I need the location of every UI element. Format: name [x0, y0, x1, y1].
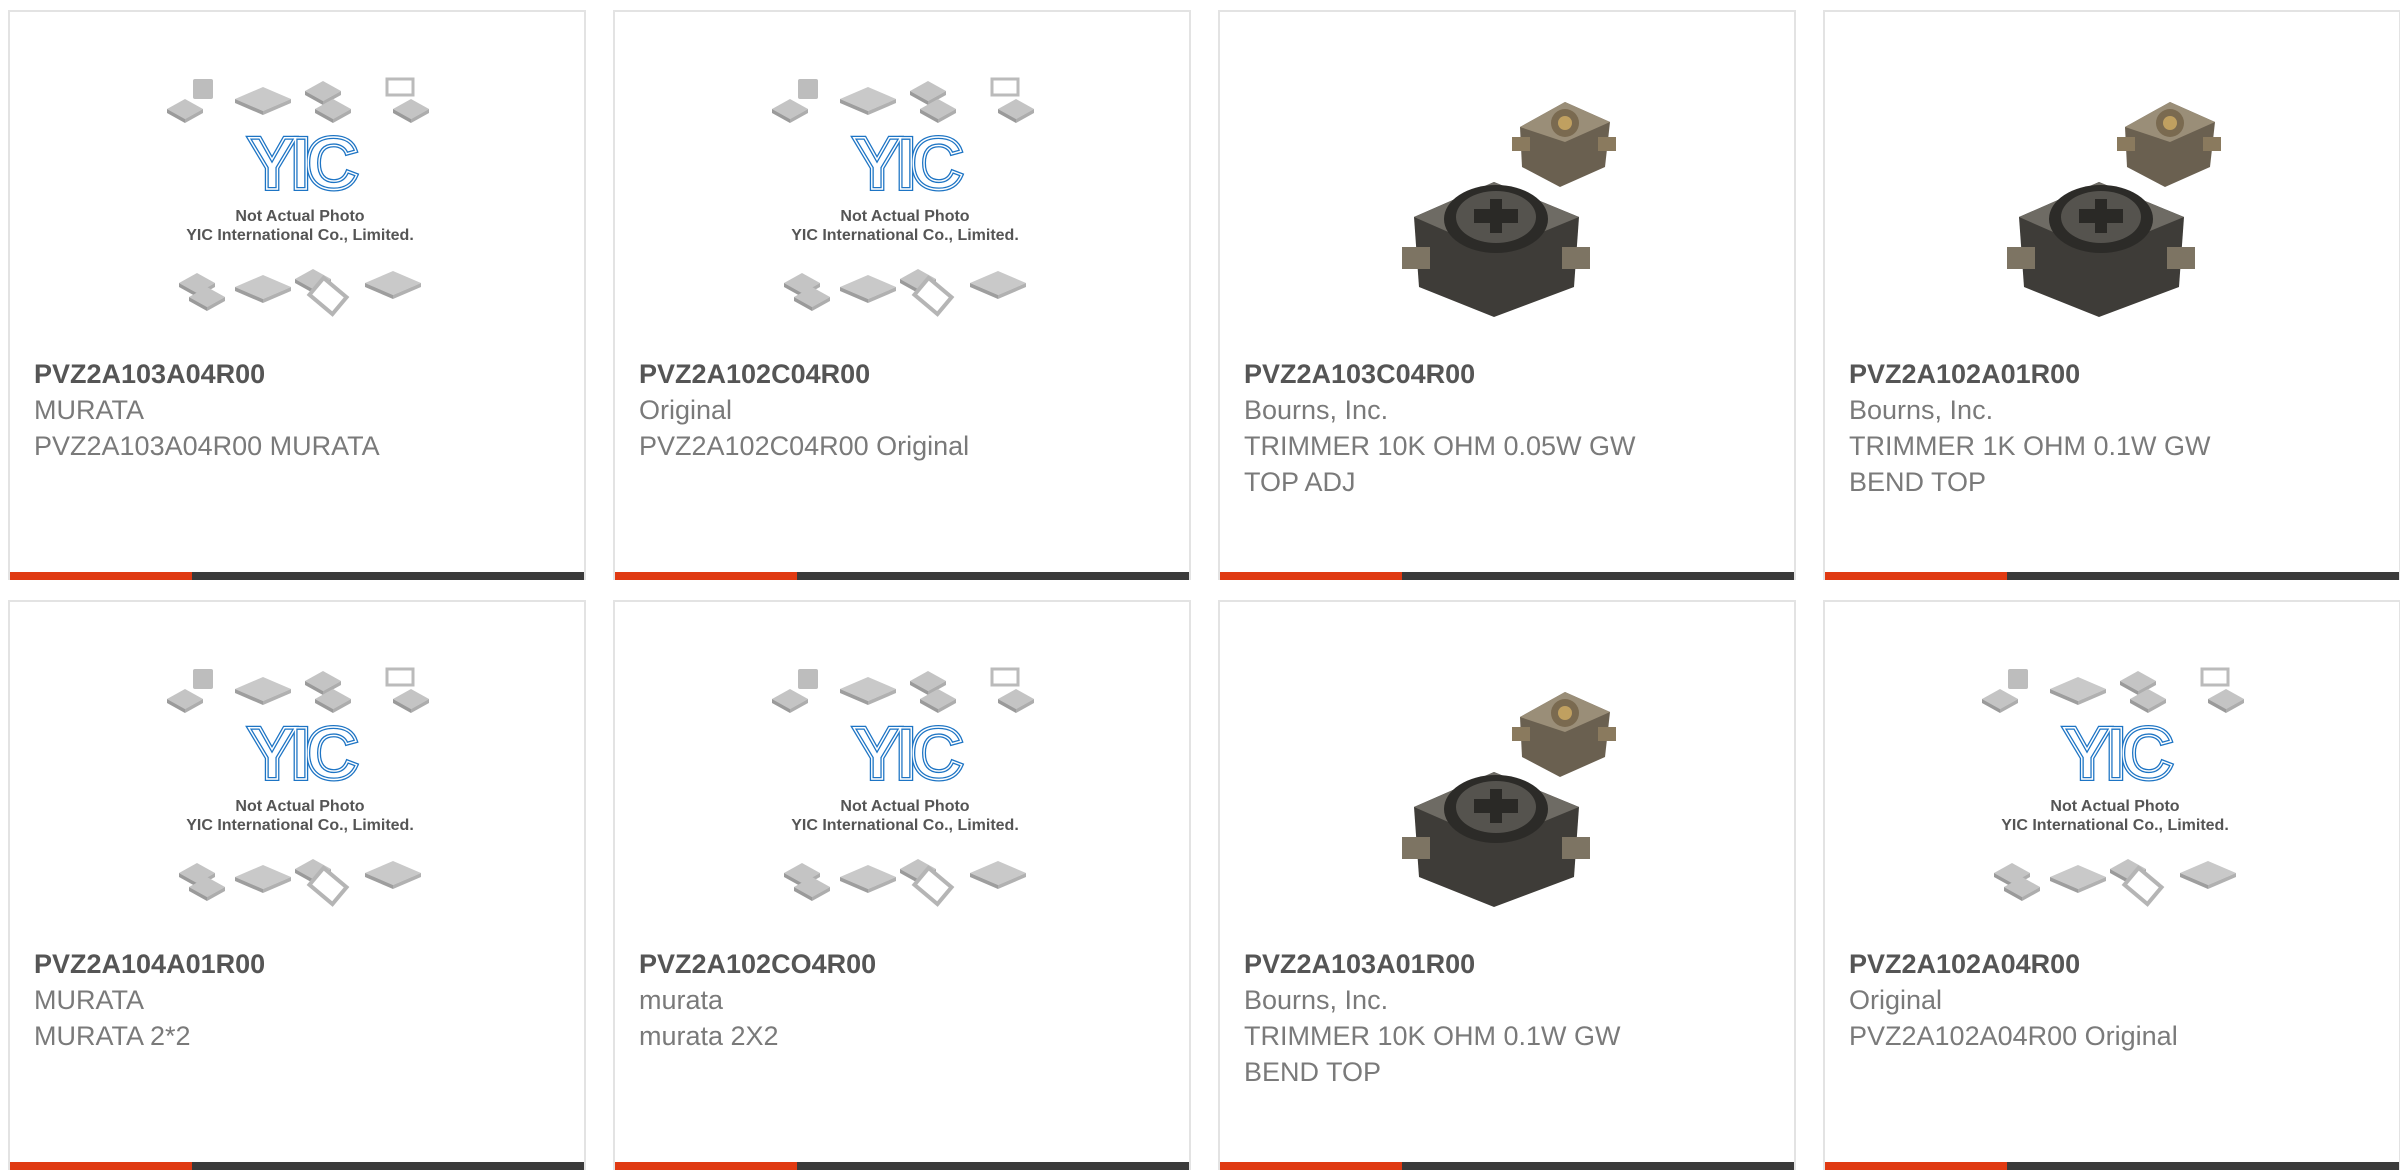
product-description: TRIMMER 10K OHM 0.05W GW TOP ADJ: [1244, 431, 1636, 497]
product-card[interactable]: YIC YIC Not Actual Photo YIC Internation…: [613, 10, 1191, 580]
manufacturer: Bourns, Inc.: [1849, 395, 1994, 425]
manufacturer: Bourns, Inc.: [1244, 395, 1389, 425]
card-bottom-bar: [1220, 572, 1794, 580]
svg-text:YIC: YIC: [852, 122, 962, 205]
product-description: TRIMMER 10K OHM 0.1W GW BEND TOP: [1244, 1021, 1621, 1087]
yic-placeholder-icon: YIC YIC Not Actual Photo YIC Internation…: [772, 77, 1034, 317]
product-info: PVZ2A102CO4R00 murata murata 2X2: [639, 946, 1169, 1054]
product-image[interactable]: YIC YIC Not Actual Photo YIC Internation…: [1915, 642, 2315, 942]
svg-text:YIC: YIC: [2062, 712, 2172, 795]
manufacturer: Original: [1849, 985, 1943, 1015]
product-info: PVZ2A103A04R00 MURATA PVZ2A103A04R00 MURAT…: [34, 356, 564, 464]
svg-text:Not Actual Photo: Not Actual Photo: [235, 208, 364, 225]
card-accent-bar: [1825, 1162, 2007, 1170]
svg-text:YIC International Co., Limited: YIC International Co., Limited.: [791, 227, 1019, 244]
manufacturer: MURATA: [34, 985, 144, 1015]
product-card[interactable]: YIC YIC Not Actual Photo YIC Internation…: [613, 600, 1191, 1170]
yic-placeholder-icon: YIC YIC Not Actual Photo YIC Internation…: [772, 667, 1034, 907]
yic-placeholder-icon: YIC YIC Not Actual Photo YIC Internation…: [167, 667, 429, 907]
product-info: PVZ2A102A01R00 Bourns, Inc. TRIMMER 1K OHM…: [1849, 356, 2379, 500]
manufacturer: MURATA: [34, 395, 144, 425]
card-bottom-bar: [1825, 1162, 2399, 1170]
product-card[interactable]: YIC YIC Not Actual Photo YIC Internation…: [8, 600, 586, 1170]
svg-text:Not Actual Photo: Not Actual Photo: [235, 798, 364, 815]
product-info: PVZ2A103A01R00 Bourns, Inc. TRIMMER 10K OH…: [1244, 946, 1774, 1090]
card-bottom-bar: [1220, 1162, 1794, 1170]
part-number-link[interactable]: PVZ2A102A04R00: [1849, 946, 2379, 982]
card-accent-bar: [10, 572, 192, 580]
part-number-link[interactable]: PVZ2A102CO4R00: [639, 946, 1169, 982]
part-number-link[interactable]: PVZ2A102A01R00: [1849, 356, 2379, 392]
part-number-link[interactable]: PVZ2A104A01R00: [34, 946, 564, 982]
trimmer-potentiometer-photo: [2007, 102, 2221, 317]
card-bottom-bar: [615, 572, 1189, 580]
product-description: murata 2X2: [639, 1021, 779, 1051]
trimmer-potentiometer-photo: [1402, 692, 1616, 907]
product-info: PVZ2A102C04R00 Original PVZ2A102C04R00 Ori…: [639, 356, 1169, 464]
product-image[interactable]: YIC YIC Not Actual Photo YIC Internation…: [100, 52, 500, 352]
part-number-link[interactable]: PVZ2A102C04R00: [639, 356, 1169, 392]
product-image[interactable]: YIC YIC Not Actual Photo YIC Internation…: [705, 642, 1105, 942]
card-bottom-bar: [1825, 572, 2399, 580]
product-info: PVZ2A104A01R00 MURATA MURATA 2*2: [34, 946, 564, 1054]
product-description: PVZ2A102A04R00 Original: [1849, 1021, 2178, 1051]
card-accent-bar: [10, 1162, 192, 1170]
part-number-link[interactable]: PVZ2A103C04R00: [1244, 356, 1774, 392]
card-accent-bar: [1220, 572, 1402, 580]
product-image[interactable]: YIC YIC Not Actual Photo YIC Internation…: [100, 642, 500, 942]
svg-text:YIC International Co., Limited: YIC International Co., Limited.: [186, 227, 414, 244]
manufacturer: Bourns, Inc.: [1244, 985, 1389, 1015]
svg-text:YIC: YIC: [852, 712, 962, 795]
product-image[interactable]: [1310, 52, 1710, 352]
card-accent-bar: [1825, 572, 2007, 580]
product-image[interactable]: YIC YIC Not Actual Photo YIC Internation…: [705, 52, 1105, 352]
svg-text:Not Actual Photo: Not Actual Photo: [2050, 798, 2179, 815]
svg-text:YIC International Co., Limited: YIC International Co., Limited.: [791, 817, 1019, 834]
product-image[interactable]: [1310, 642, 1710, 942]
card-accent-bar: [615, 572, 797, 580]
product-card[interactable]: YIC YIC Not Actual Photo YIC Internation…: [1823, 600, 2400, 1170]
product-grid: YIC YIC Not Actual Photo YIC Internation…: [8, 10, 2400, 1170]
product-info: PVZ2A103C04R00 Bourns, Inc. TRIMMER 10K OH…: [1244, 356, 1774, 500]
card-bottom-bar: [10, 1162, 584, 1170]
product-info: PVZ2A102A04R00 Original PVZ2A102A04R00 Ori…: [1849, 946, 2379, 1054]
product-description: PVZ2A103A04R00 MURATA: [34, 431, 380, 461]
svg-text:YIC International Co., Limited: YIC International Co., Limited.: [186, 817, 414, 834]
part-number-link[interactable]: PVZ2A103A04R00: [34, 356, 564, 392]
product-card[interactable]: YIC YIC Not Actual Photo YIC Internation…: [8, 10, 586, 580]
product-card[interactable]: PVZ2A103A01R00 Bourns, Inc. TRIMMER 10K OH…: [1218, 600, 1796, 1170]
product-description: MURATA 2*2: [34, 1021, 191, 1051]
svg-text:YIC: YIC: [247, 122, 357, 205]
product-description: PVZ2A102C04R00 Original: [639, 431, 970, 461]
card-bottom-bar: [615, 1162, 1189, 1170]
manufacturer: murata: [639, 985, 724, 1015]
yic-placeholder-icon: YIC YIC Not Actual Photo YIC Internation…: [167, 77, 429, 317]
product-card[interactable]: PVZ2A103C04R00 Bourns, Inc. TRIMMER 10K OH…: [1218, 10, 1796, 580]
product-description: TRIMMER 1K OHM 0.1W GW BEND TOP: [1849, 431, 2211, 497]
svg-text:YIC: YIC: [247, 712, 357, 795]
svg-text:Not Actual Photo: Not Actual Photo: [840, 798, 969, 815]
manufacturer: Original: [639, 395, 733, 425]
svg-text:Not Actual Photo: Not Actual Photo: [840, 208, 969, 225]
card-accent-bar: [1220, 1162, 1402, 1170]
part-number-link[interactable]: PVZ2A103A01R00: [1244, 946, 1774, 982]
product-card[interactable]: PVZ2A102A01R00 Bourns, Inc. TRIMMER 1K OHM…: [1823, 10, 2400, 580]
trimmer-potentiometer-photo: [1402, 102, 1616, 317]
svg-text:YIC International Co., Limited: YIC International Co., Limited.: [2001, 817, 2229, 834]
card-accent-bar: [615, 1162, 797, 1170]
yic-placeholder-icon: YIC YIC Not Actual Photo YIC Internation…: [1982, 667, 2244, 907]
product-image[interactable]: [1915, 52, 2315, 352]
card-bottom-bar: [10, 572, 584, 580]
